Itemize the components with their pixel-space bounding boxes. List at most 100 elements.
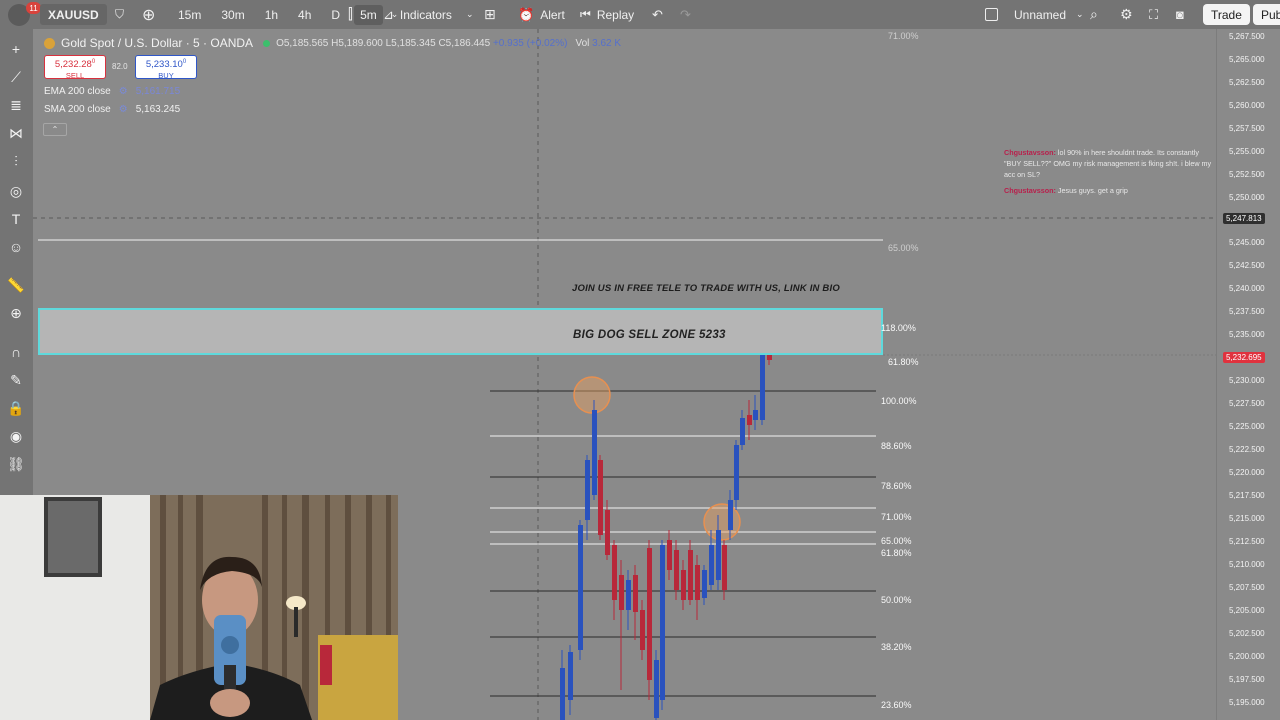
emoji-icon[interactable]: ☺ [6, 237, 26, 257]
link-icon[interactable]: ⛓ [6, 454, 26, 474]
ruler-icon[interactable]: 📏 [6, 275, 26, 295]
timeframe-30m[interactable]: 30m [215, 5, 250, 25]
sell-zone-rectangle[interactable] [38, 308, 883, 355]
sell-zone-label: BIG DOG SELL ZONE 5233 [573, 329, 726, 341]
crosshair-icon[interactable]: + [6, 39, 26, 59]
price-tick-label: 5,210.000 [1229, 560, 1265, 569]
replay-icon: ⏮ [580, 7, 591, 21]
price-axis[interactable]: 5,247.813 5,232.695 5,267.500 5,265.000 5,… [1216, 29, 1280, 720]
timeframe-d[interactable]: D [325, 5, 346, 25]
snapshot-camera-icon[interactable]: ◙ [1176, 0, 1184, 29]
ema-indicator[interactable]: EMA 200 close ⚙ 5,161.715 [44, 86, 180, 97]
layouts-icon[interactable]: ⊞ [484, 0, 496, 29]
candle-body [605, 510, 610, 555]
fib-label: 61.80% [888, 357, 919, 367]
settings-gear-icon[interactable]: ⚙ [119, 104, 128, 115]
timeframe-1h[interactable]: 1h [259, 5, 284, 25]
sma-indicator[interactable]: SMA 200 close ⚙ 5,163.245 [44, 104, 180, 115]
hide-eye-icon[interactable]: ◉ [6, 426, 26, 446]
spread-value: 82.0 [112, 62, 128, 71]
price-tick-label: 5,200.000 [1229, 652, 1265, 661]
stay-drawing-icon[interactable]: ✎ [6, 370, 26, 390]
gold-icon [44, 37, 55, 49]
collapse-legend-button[interactable]: ⌃ [43, 123, 67, 136]
timeframe-5m[interactable]: 5m [354, 4, 383, 25]
price-tick-label: 5,265.000 [1229, 55, 1265, 64]
candle-body [568, 652, 573, 700]
price-tick-label: 5,260.000 [1229, 101, 1265, 110]
watchlist-icon[interactable]: ⛉ [115, 0, 124, 29]
price-tick-label: 5,227.500 [1229, 399, 1265, 408]
notification-badge: 11 [26, 2, 41, 14]
fib-label: 71.00% [888, 31, 919, 41]
fib-label: 38.20% [881, 642, 912, 652]
price-tick-label: 5,205.000 [1229, 606, 1265, 615]
candle-body [592, 410, 597, 495]
brush-tool-icon[interactable]: ◎ [6, 181, 26, 201]
lock-icon[interactable]: 🔒 [6, 398, 26, 418]
trade-button[interactable]: Trade [1203, 4, 1250, 25]
chart-type-icon[interactable]: ⫿ [348, 0, 353, 29]
add-symbol-icon[interactable]: ⊕ [142, 0, 155, 29]
candle-body [660, 545, 665, 700]
magnet-icon[interactable]: ∩ [6, 342, 26, 362]
timeframe-15m[interactable]: 15m [172, 5, 207, 25]
chat-message: Chgustavsson: Jesus guys. get a grip [1004, 186, 1128, 195]
replay-button[interactable]: ⏮ Replay [580, 0, 634, 29]
candle-body [667, 540, 672, 570]
fib-tool-icon[interactable]: ≣ [6, 95, 26, 115]
price-tick-label: 5,255.000 [1229, 147, 1265, 156]
zoom-icon[interactable]: ⊕ [6, 303, 26, 323]
candle-body [709, 545, 714, 585]
market-status-icon [263, 39, 271, 47]
price-tick-label: 5,250.000 [1229, 193, 1265, 202]
top-toolbar: 11 XAUUSD ⛉ ⊕ 15m 30m 1h 4h D 5m ⌄ ⫿ ⊿ I… [0, 0, 1280, 29]
price-tick-label: 5,267.500 [1229, 32, 1265, 41]
publish-button[interactable]: Pub [1253, 4, 1280, 25]
fib-label: 118.00% [881, 323, 916, 333]
layout-name-button[interactable]: Unnamed ⌄ [985, 0, 1084, 29]
fib-label: 71.00% [881, 512, 912, 522]
symbol-search[interactable]: XAUUSD [40, 4, 107, 25]
timeframe-4h[interactable]: 4h [292, 5, 317, 25]
redo-icon[interactable]: ↷ [680, 0, 691, 29]
alert-button[interactable]: ⏰ Alert [518, 0, 565, 29]
fib-label: 65.00% [888, 243, 919, 253]
fib-label: 23.60% [881, 700, 912, 710]
indicators-button[interactable]: ⊿ Indicators ⌄ [383, 0, 473, 29]
price-tick-label: 5,215.000 [1229, 514, 1265, 523]
candle-body [702, 570, 707, 598]
fullscreen-icon[interactable]: ⛶ [1149, 0, 1158, 29]
undo-icon[interactable]: ↶ [652, 0, 663, 29]
webcam-overlay [0, 495, 398, 720]
fib-label: 100.00% [881, 396, 917, 406]
pattern-tool-icon[interactable]: ⋈ [6, 123, 26, 143]
streamer-video [0, 495, 398, 720]
quick-search-icon[interactable]: ⌕ [1090, 0, 1098, 29]
price-tick-label: 5,207.500 [1229, 583, 1265, 592]
price-tick-label: 5,257.500 [1229, 124, 1265, 133]
candle-body [654, 660, 659, 718]
trend-line-icon[interactable]: ⟋ [6, 67, 26, 87]
price-tick-label: 5,222.500 [1229, 445, 1265, 454]
price-tick-label: 5,245.000 [1229, 238, 1265, 247]
settings-gear-icon[interactable]: ⚙ [1120, 0, 1133, 29]
layout-icon [985, 8, 998, 21]
symbol-title[interactable]: Gold Spot / U.S. Dollar · 5 · OANDA [61, 36, 253, 50]
price-tick-label: 5,252.500 [1229, 170, 1265, 179]
sell-button[interactable]: 5,232.280 SELL [44, 55, 106, 80]
candle-body [716, 530, 721, 580]
candle-body [647, 548, 652, 680]
chart-legend: Gold Spot / U.S. Dollar · 5 · OANDA O5,1… [44, 36, 621, 50]
fib-label: 78.60% [881, 481, 912, 491]
text-tool-icon[interactable]: T [6, 209, 26, 229]
fib-label: 61.80% [881, 548, 912, 558]
indicators-dropdown-icon[interactable]: ⌄ [466, 9, 474, 20]
candle-body [633, 575, 638, 612]
buy-button[interactable]: 5,233.100 BUY [135, 55, 197, 80]
price-tick-label: 5,235.000 [1229, 330, 1265, 339]
forecasting-tool-icon[interactable]: ⫶ [6, 151, 26, 171]
settings-gear-icon[interactable]: ⚙ [119, 86, 128, 97]
price-tick-label: 5,262.500 [1229, 78, 1265, 87]
menu-icon[interactable]: 11 [8, 0, 41, 29]
